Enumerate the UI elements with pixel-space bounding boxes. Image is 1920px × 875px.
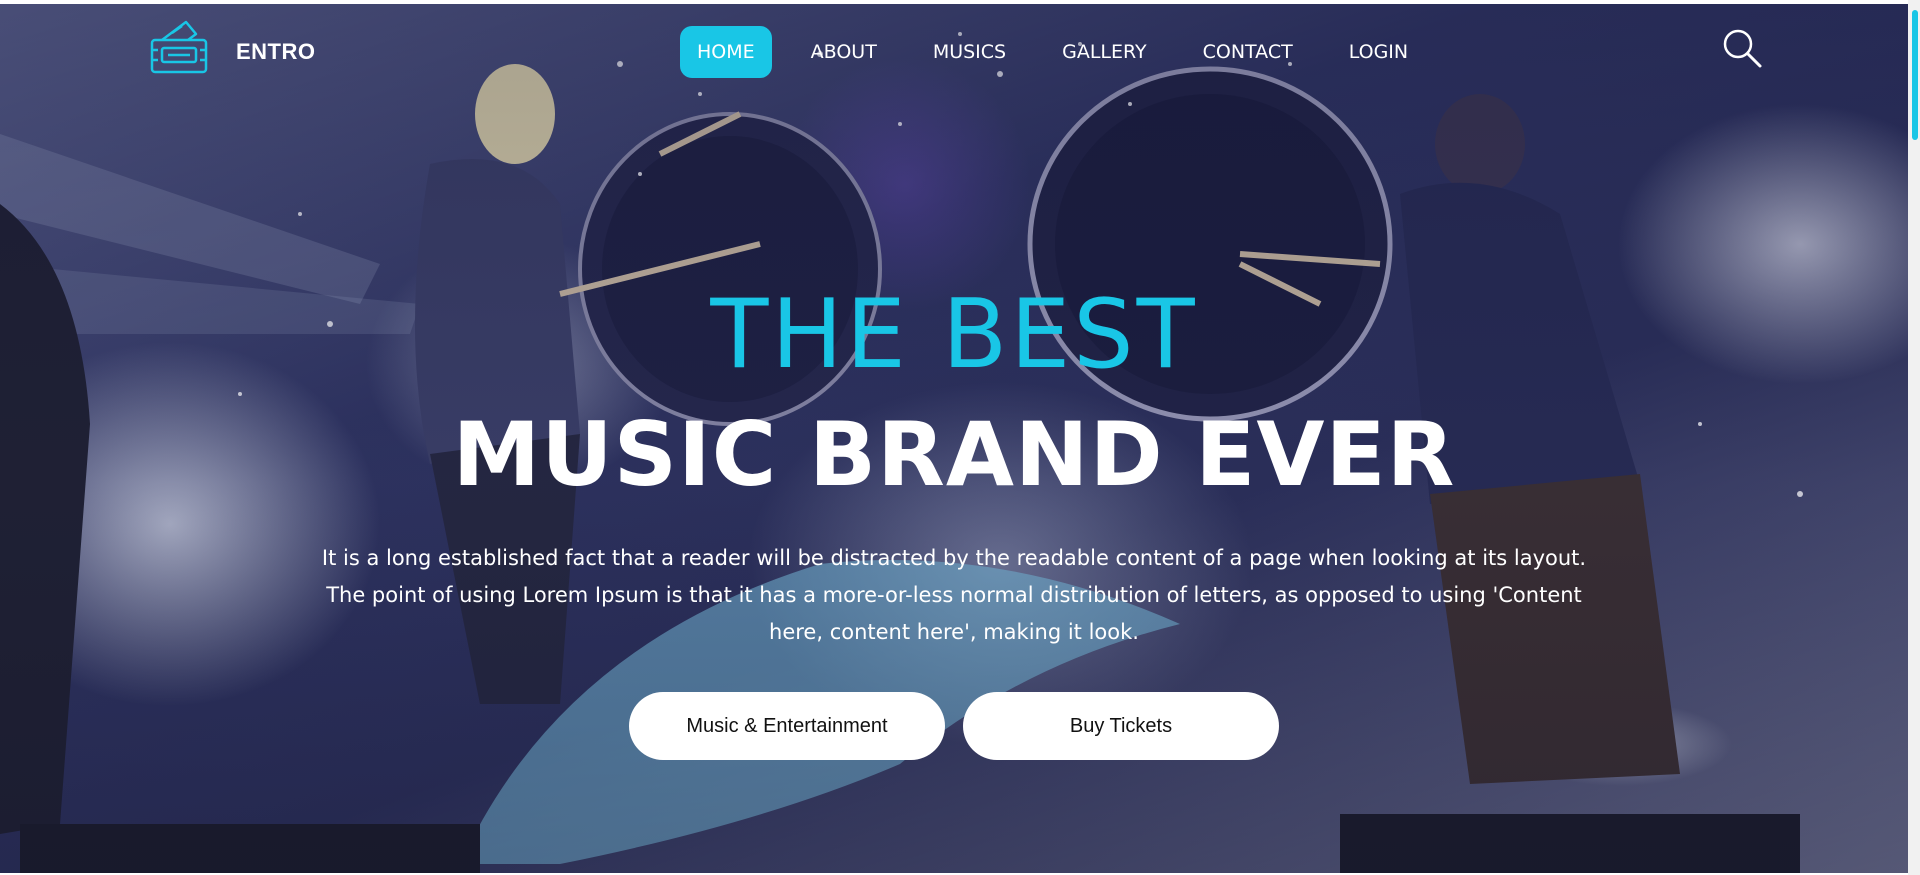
brand-name: ENTRO [236,39,316,64]
hero-cta-group: Music & Entertainment Buy Tickets [0,692,1908,760]
nav-item-home[interactable]: HOME [680,26,772,78]
nav-item-login[interactable]: LOGIN [1332,26,1425,78]
nav-item-musics[interactable]: MUSICS [916,26,1023,78]
buy-tickets-button[interactable]: Buy Tickets [963,692,1279,760]
scrollbar-thumb[interactable] [1912,10,1918,140]
music-entertainment-button[interactable]: Music & Entertainment [629,692,945,760]
hero-headline-accent: THE BEST [710,280,1198,390]
hero-description: It is a long established fact that a rea… [321,546,1587,644]
brand-logo[interactable]: ENTRO [148,16,316,80]
nav-item-about[interactable]: ABOUT [794,26,894,78]
scrollbar[interactable] [1908,0,1920,875]
hero-headline-main: MUSIC BRAND EVER [452,403,1456,506]
search-icon[interactable] [1720,26,1764,70]
ticket-icon [150,20,208,74]
nav-item-gallery[interactable]: GALLERY [1045,26,1164,78]
main-nav: HOME ABOUT MUSICS GALLERY CONTACT LOGIN [680,26,1447,78]
nav-item-contact[interactable]: CONTACT [1186,26,1310,78]
